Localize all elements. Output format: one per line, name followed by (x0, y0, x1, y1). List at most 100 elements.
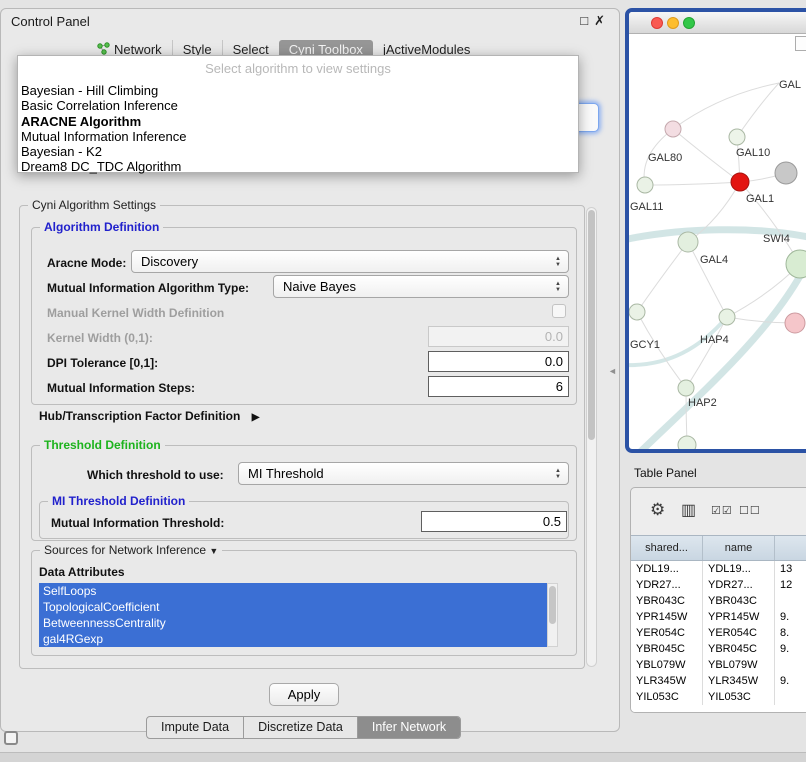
hub-transcription-factor-section[interactable]: Hub/Transcription Factor Definition ▶ (39, 409, 259, 423)
network-node[interactable] (678, 380, 694, 396)
network-node-label: SWI4 (763, 233, 790, 245)
table-cell[interactable]: YBR043C (631, 593, 703, 609)
algorithm-option[interactable]: ARACNE Algorithm (18, 114, 578, 129)
network-node[interactable] (678, 436, 696, 453)
minimized-panel-icon[interactable] (4, 731, 18, 745)
table-row[interactable]: YBR043CYBR043C (631, 593, 806, 609)
aracne-mode-select[interactable]: Discovery ▲▼ (131, 250, 569, 273)
gear-icon[interactable]: ⚙ (650, 500, 665, 520)
table-cell[interactable]: YBL079W (703, 657, 775, 673)
bottom-tab-discretize-data[interactable]: Discretize Data (243, 717, 357, 738)
network-node[interactable] (719, 309, 735, 325)
network-edge[interactable] (673, 83, 779, 129)
table-column-header[interactable]: shared... (631, 536, 703, 560)
scrollbar-thumb[interactable] (549, 586, 556, 624)
table-cell[interactable] (775, 657, 806, 673)
aracne-mode-value: Discovery (141, 254, 198, 269)
attribute-list-item[interactable]: BetweennessCentrality (39, 615, 547, 631)
settings-scrollbar[interactable] (586, 207, 597, 667)
close-traffic-light-icon[interactable] (651, 17, 663, 29)
table-cell[interactable]: YLR345W (703, 673, 775, 689)
network-canvas[interactable]: GALGAL80GAL10GAL1GAL11SWI4GAL4GCY1HAP4HA… (629, 35, 806, 453)
attribute-list-item[interactable]: TopologicalCoefficient (39, 599, 547, 615)
table-row[interactable]: YBR045CYBR045C9. (631, 641, 806, 657)
algorithm-option[interactable]: Bayesian - K2 (18, 144, 578, 159)
panel-collapse-icon[interactable]: ◄ (608, 366, 617, 376)
table-cell[interactable]: YDR27... (703, 577, 775, 593)
network-scrollbar-fragment[interactable] (795, 36, 806, 51)
table-cell[interactable]: YBL079W (631, 657, 703, 673)
float-window-icon[interactable]: □ (580, 13, 594, 28)
select-all-checkboxes-icon[interactable]: ☑☑ (711, 504, 733, 517)
kernel-width-input[interactable] (428, 326, 569, 347)
table-cell[interactable]: YIL053C (703, 689, 775, 705)
network-edge[interactable] (637, 242, 688, 312)
network-node-label: GAL (779, 79, 801, 91)
network-node[interactable] (731, 173, 749, 191)
table-cell[interactable]: YPR145W (631, 609, 703, 625)
deselect-all-checkboxes-icon[interactable]: ☐☐ (739, 504, 761, 517)
table-cell[interactable]: YDR27... (631, 577, 703, 593)
which-threshold-select[interactable]: MI Threshold ▲▼ (238, 462, 569, 485)
mi-algorithm-type-select[interactable]: Naive Bayes ▲▼ (273, 275, 569, 298)
table-column-header[interactable]: name (703, 536, 775, 560)
manual-kernel-width-checkbox[interactable] (552, 304, 566, 318)
network-edge[interactable] (737, 83, 779, 137)
attributes-list-scrollbar[interactable] (547, 583, 558, 647)
table-row[interactable]: YIL053CYIL053C (631, 689, 806, 705)
zoom-traffic-light-icon[interactable] (683, 17, 695, 29)
algorithm-option[interactable]: Bayesian - Hill Climbing (18, 83, 578, 98)
collapse-down-icon: ▼ (209, 546, 218, 556)
network-node[interactable] (678, 232, 698, 252)
bottom-tab-infer-network[interactable]: Infer Network (357, 717, 460, 738)
scrollbar-thumb[interactable] (588, 210, 595, 440)
apply-button[interactable]: Apply (269, 683, 339, 706)
algorithm-option[interactable]: Mutual Information Inference (18, 129, 578, 144)
algorithm-option[interactable]: Dream8 DC_TDC Algorithm (18, 159, 578, 174)
table-cell[interactable]: 9. (775, 609, 806, 625)
mi-threshold-input[interactable] (421, 511, 567, 532)
table-row[interactable]: YDL19...YDL19...13 (631, 561, 806, 577)
attribute-list-item[interactable]: SelfLoops (39, 583, 547, 599)
table-cell[interactable]: YIL053C (631, 689, 703, 705)
table-column-header[interactable] (775, 536, 806, 560)
table-cell[interactable] (775, 689, 806, 705)
table-cell[interactable] (775, 593, 806, 609)
table-row[interactable]: YLR345WYLR345W9. (631, 673, 806, 689)
network-node[interactable] (729, 129, 745, 145)
table-cell[interactable]: YLR345W (631, 673, 703, 689)
table-cell[interactable]: YER054C (631, 625, 703, 641)
attribute-list-item[interactable]: gal4RGexp (39, 631, 547, 647)
table-row[interactable]: YDR27...YDR27...12 (631, 577, 806, 593)
network-node[interactable] (665, 121, 681, 137)
table-cell[interactable]: YER054C (703, 625, 775, 641)
dpi-tolerance-input[interactable] (428, 351, 569, 372)
mi-steps-input[interactable] (428, 376, 569, 397)
minimize-traffic-light-icon[interactable] (667, 17, 679, 29)
table-cell[interactable]: 8. (775, 625, 806, 641)
table-row[interactable]: YBL079WYBL079W (631, 657, 806, 673)
bottom-tab-impute-data[interactable]: Impute Data (147, 717, 243, 738)
network-node[interactable] (637, 177, 653, 193)
table-row[interactable]: YER054CYER054C8. (631, 625, 806, 641)
table-cell[interactable]: YDL19... (703, 561, 775, 577)
table-cell[interactable]: 9. (775, 641, 806, 657)
network-node[interactable] (785, 313, 805, 333)
algorithm-option[interactable]: Basic Correlation Inference (18, 98, 578, 113)
threshold-definition-title: Threshold Definition (40, 438, 165, 452)
table-cell[interactable]: YBR043C (703, 593, 775, 609)
table-cell[interactable]: 13 (775, 561, 806, 577)
columns-icon[interactable]: ▥ (681, 500, 696, 520)
network-node[interactable] (629, 304, 645, 320)
table-cell[interactable]: 12 (775, 577, 806, 593)
table-cell[interactable]: 9. (775, 673, 806, 689)
table-cell[interactable]: YPR145W (703, 609, 775, 625)
close-window-icon[interactable]: ✗ (594, 13, 611, 28)
table-cell[interactable]: YBR045C (703, 641, 775, 657)
table-row[interactable]: YPR145WYPR145W9. (631, 609, 806, 625)
network-edge[interactable] (645, 182, 740, 185)
table-cell[interactable]: YDL19... (631, 561, 703, 577)
network-node[interactable] (775, 162, 797, 184)
sources-title[interactable]: Sources for Network Inference ▼ (40, 543, 222, 557)
table-cell[interactable]: YBR045C (631, 641, 703, 657)
